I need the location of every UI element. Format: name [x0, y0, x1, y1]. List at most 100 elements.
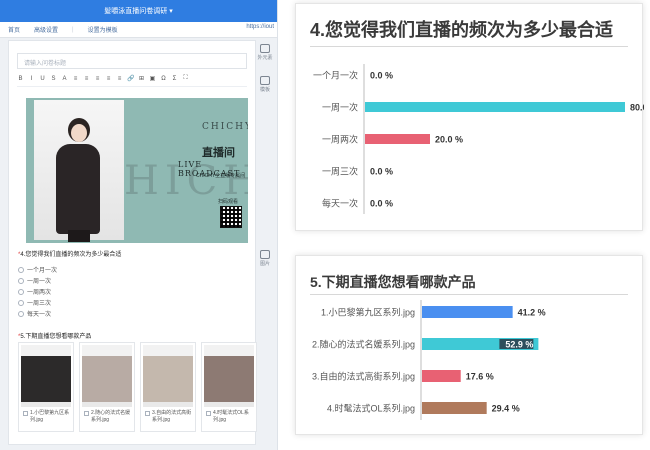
radio-option[interactable]: 一个月一次 [18, 264, 121, 275]
radio-circle-icon[interactable] [18, 266, 24, 273]
side-tool-label: 外元素 [257, 55, 273, 61]
window-titlebar: 髮嚼泳直播问卷调研 ▾ [0, 0, 277, 22]
qr-code-icon [220, 206, 242, 228]
value-label: 52.9 % [505, 340, 533, 350]
toolbar-button[interactable]: U [39, 76, 46, 82]
product-option-card[interactable]: 4.时髦法式OL系列.jpg [201, 342, 257, 432]
bar [365, 134, 430, 144]
radio-option[interactable]: 每天一次 [18, 308, 121, 319]
model-photo [34, 100, 124, 242]
model-legs [68, 230, 90, 242]
toolbar-button[interactable]: ≡ [116, 76, 123, 82]
question-4: *4.您觉得我们直播的频次为多少最合适 一个月一次 一周一次 一周两次 一周三次 每天一… [18, 249, 121, 319]
nav-home[interactable]: 首页 [8, 25, 20, 34]
category-label: 一周一次 [322, 102, 358, 113]
product-option-card[interactable]: 1.小巴黎第九区系列.jpg [18, 342, 74, 432]
nav-advanced-settings[interactable]: 高级设置 [34, 25, 58, 34]
question-5-title: *5.下期直播您想看哪款产品 [18, 334, 92, 340]
toolbar-button[interactable]: ≡ [83, 76, 90, 82]
product-photo [21, 345, 71, 407]
model-dress [56, 144, 100, 234]
bar [422, 402, 487, 414]
chart-card-q5: 5.下期直播您想看哪款产品 1.小巴黎第九区系列.jpg 41.2 % 2.随心的法… [295, 255, 643, 435]
side-tool-label: 图片 [259, 261, 270, 267]
product-option-label: 2.随心的法式名媛系列.jpg [84, 410, 132, 424]
toolbar-button[interactable]: ≡ [94, 76, 101, 82]
product-label-text: 4.时髦法式OL系列.jpg [213, 410, 249, 423]
value-label: 17.6 % [466, 372, 494, 382]
questionnaire-title-input[interactable]: 请输入问卷标题 [17, 53, 247, 69]
value-label: 0.0 % [370, 167, 393, 177]
category-label: 一周三次 [322, 166, 358, 177]
side-tool-template[interactable]: 模板 [257, 76, 273, 93]
banner-title-zh: 直播间 [202, 146, 235, 159]
toolbar-button[interactable]: 🔗 [127, 75, 134, 82]
toolbar-button[interactable]: ▣ [149, 75, 156, 82]
product-option-card[interactable]: 2.随心的法式名媛系列.jpg [79, 342, 135, 432]
toolbar-button[interactable]: Σ [171, 76, 178, 82]
product-label-text: 1.小巴黎第九区系列.jpg [30, 410, 70, 423]
value-label: 0.0 % [370, 199, 393, 209]
radio-circle-icon[interactable] [18, 299, 24, 306]
toolbar-button[interactable]: Ω [160, 76, 167, 82]
checkbox-icon[interactable] [23, 411, 28, 416]
product-photo [143, 345, 193, 407]
product-label-text: 3.自由的法式高街系列.jpg [152, 410, 192, 423]
radio-option-label: 一周三次 [27, 301, 52, 307]
chart-q5-svg: 1.小巴黎第九区系列.jpg 41.2 % 2.随心的法式名媛系列.jpg 52.9 … [312, 300, 546, 420]
value-label: 29.4 % [492, 404, 520, 414]
radio-option[interactable]: 一周两次 [18, 286, 121, 297]
toolbar-button[interactable]: ≡ [105, 76, 112, 82]
product-label-text: 2.随心的法式名媛系列.jpg [91, 410, 131, 423]
checkbox-icon[interactable] [145, 411, 150, 416]
category-label: 4.时髦法式OL系列.jpg [327, 403, 415, 414]
url-hint: https://iout [246, 24, 274, 30]
radio-option-label: 每天一次 [27, 312, 52, 318]
toolbar-button[interactable]: A [61, 76, 68, 82]
toolbar-button[interactable]: I [28, 76, 35, 82]
category-label: 1.小巴黎第九区系列.jpg [321, 307, 415, 318]
nav-save-as-template[interactable]: 设置为模板 [88, 25, 118, 34]
side-tool-image[interactable]: 图片 [257, 250, 273, 267]
toolbar-button[interactable]: ≡ [72, 76, 79, 82]
editor-nav: 首页 高级设置 | 设置为模板 [0, 22, 277, 38]
chart-card-q4: 4.您觉得我们直播的频次为多少最合适 一个月一次0.0 %一周一次80.0 %一… [295, 3, 644, 231]
category-label: 2.随心的法式名媛系列.jpg [312, 339, 415, 350]
banner-brand: CHICHY [202, 122, 248, 132]
radio-circle-icon[interactable] [18, 277, 24, 284]
bar [365, 102, 625, 112]
value-label: 41.2 % [518, 308, 546, 318]
side-tool-settings[interactable]: 外元素 [257, 44, 273, 61]
live-broadcast-banner: HICHY CHICHY 直播间 LIVE BROADCAST CHICHY全直… [26, 98, 248, 243]
radio-option[interactable]: 一周三次 [18, 297, 121, 308]
question-5-products: 1.小巴黎第九区系列.jpg 2.随心的法式名媛系列.jpg 3.自由的法式高街系列… [18, 342, 258, 432]
category-label: 每天一次 [322, 198, 358, 209]
value-label: 20.0 % [435, 135, 463, 145]
product-photo [82, 345, 132, 407]
category-label: 一周两次 [322, 134, 358, 145]
toolbar-button[interactable]: ⛶ [182, 75, 189, 82]
product-option-label: 3.自由的法式高街系列.jpg [145, 410, 193, 424]
toolbar-button[interactable]: S [50, 76, 57, 82]
rich-text-toolbar: B I U S A ≡ ≡ ≡ ≡ ≡ 🔗 ⊞ ▣ Ω Σ ⛶ [17, 73, 247, 87]
product-photo [204, 345, 254, 407]
toolbar-button[interactable]: ⊞ [138, 75, 145, 82]
radio-option-label: 一周两次 [27, 290, 52, 296]
window-title[interactable]: 髮嚼泳直播问卷调研 ▾ [0, 6, 277, 16]
category-label: 一个月一次 [313, 70, 358, 81]
product-option-card[interactable]: 3.自由的法式高街系列.jpg [140, 342, 196, 432]
radio-option-label: 一周一次 [27, 279, 52, 285]
radio-circle-icon[interactable] [18, 288, 24, 295]
radio-option[interactable]: 一周一次 [18, 275, 121, 286]
chart-q4-svg: 一个月一次 0.0 % 一周一次 80.0 % 一周两次 20.0 % 一周三次 0.0 % 每… [313, 64, 644, 214]
toolbar-button[interactable]: B [17, 76, 24, 82]
radio-circle-icon[interactable] [18, 310, 24, 317]
checkbox-icon[interactable] [84, 411, 89, 416]
value-label: 0.0 % [370, 71, 393, 81]
settings-icon [260, 44, 270, 53]
banner-scan-hint: 扫码观看 [218, 199, 239, 205]
screenshot-composite: 髮嚼泳直播问卷调研 ▾ 首页 高级设置 | 设置为模板 https://iout… [0, 0, 650, 450]
bar [422, 370, 461, 382]
checkbox-icon[interactable] [206, 411, 211, 416]
image-icon [260, 250, 270, 259]
